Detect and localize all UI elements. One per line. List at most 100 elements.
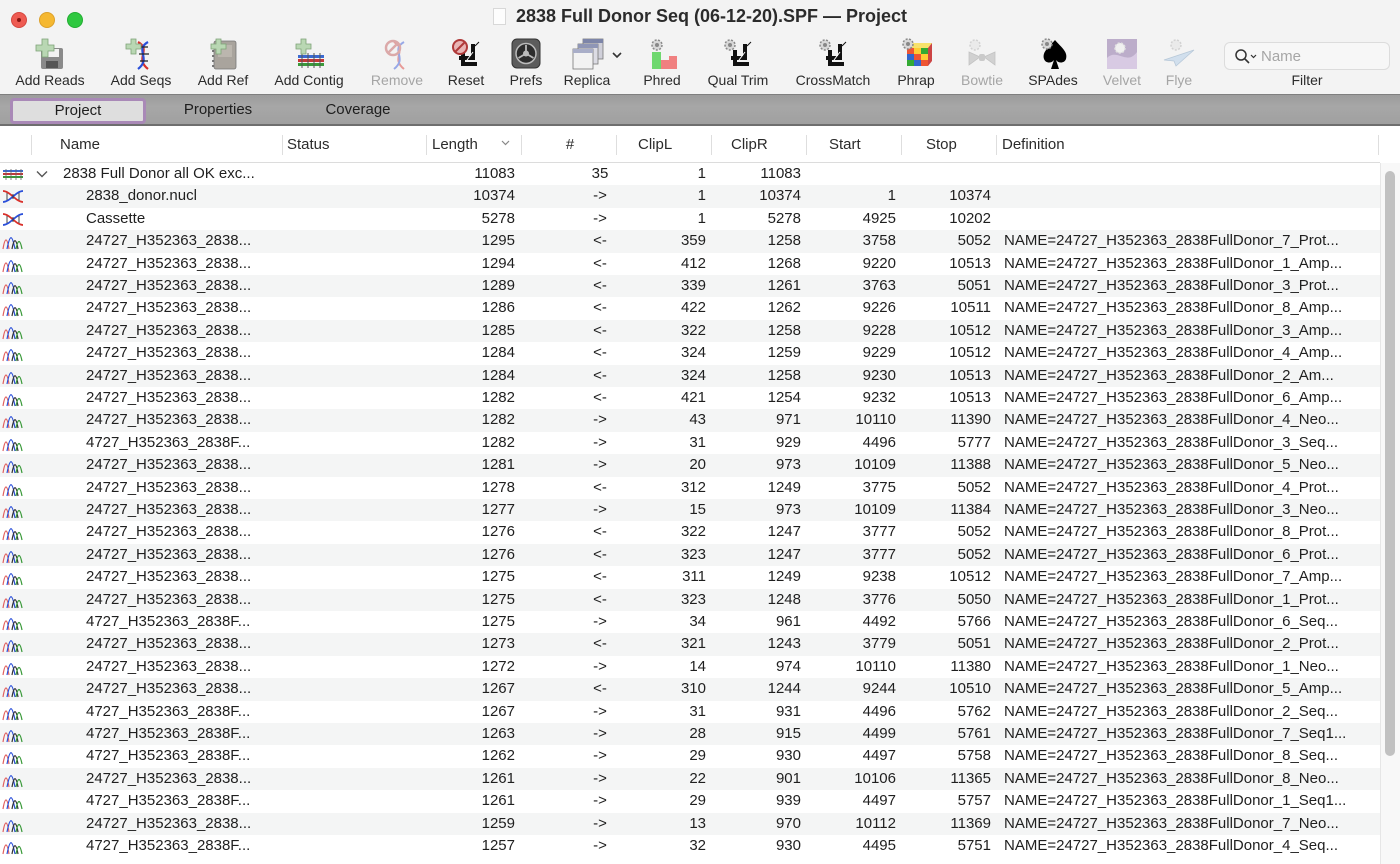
- table-row[interactable]: 24727_H352363_2838... 1284 <- 324 1258 9…: [0, 364, 1380, 387]
- velvet-button[interactable]: Velvet: [1094, 36, 1150, 90]
- prefs-button[interactable]: Prefs: [500, 36, 552, 90]
- add-reads-button[interactable]: Add Reads: [8, 36, 92, 90]
- paper-plane-icon: [1163, 39, 1195, 67]
- table-row[interactable]: 4727_H352363_2838F... 1262 -> 29 930 449…: [0, 745, 1380, 767]
- add-ref-button[interactable]: Add Ref: [190, 36, 256, 90]
- column-separator: [1378, 135, 1379, 155]
- table-row[interactable]: 24727_H352363_2838... 1284 <- 324 1259 9…: [0, 342, 1380, 364]
- table-row[interactable]: 24727_H352363_2838... 1276 <- 323 1247 3…: [0, 543, 1380, 567]
- column-separator[interactable]: [711, 135, 712, 155]
- table-row[interactable]: 4727_H352363_2838F... 1267 -> 31 931 449…: [0, 701, 1380, 723]
- phrap-button[interactable]: Phrap: [890, 36, 942, 90]
- table-row[interactable]: 24727_H352363_2838... 1259 -> 13 970 101…: [0, 812, 1380, 835]
- column-header-status[interactable]: Status: [287, 126, 330, 163]
- table-row[interactable]: 24727_H352363_2838... 1275 <- 311 1249 9…: [0, 566, 1380, 588]
- table-row[interactable]: 24727_H352363_2838... 1267 <- 310 1244 9…: [0, 678, 1380, 701]
- tab-properties[interactable]: Properties: [156, 98, 280, 124]
- column-header-start[interactable]: Start: [829, 126, 861, 163]
- bowtie-button[interactable]: Bowtie: [952, 36, 1012, 90]
- table-row[interactable]: 24727_H352363_2838... 1276 <- 322 1247 3…: [0, 521, 1380, 543]
- table-row[interactable]: 24727_H352363_2838... 1281 -> 20 973 101…: [0, 454, 1380, 477]
- table-row[interactable]: 4727_H352363_2838F... 1261 -> 29 939 449…: [0, 790, 1380, 812]
- filter-search-field[interactable]: [1224, 42, 1390, 70]
- column-separator[interactable]: [616, 135, 617, 155]
- table-row[interactable]: 4727_H352363_2838F... 1282 -> 31 929 449…: [0, 432, 1380, 454]
- table-row[interactable]: 4727_H352363_2838F... 1275 -> 34 961 449…: [0, 611, 1380, 633]
- cell-stop: 10374: [949, 187, 991, 205]
- table-row[interactable]: 4727_H352363_2838F... 1257 -> 32 930 449…: [0, 835, 1380, 857]
- table-row[interactable]: Cassette 5278 -> 1 5278 4925 10202: [0, 208, 1380, 230]
- table-row[interactable]: 24727_H352363_2838... 1277 -> 15 973 101…: [0, 499, 1380, 522]
- column-header-clipr[interactable]: ClipR: [731, 126, 768, 163]
- table-row[interactable]: 24727_H352363_2838... 1278 <- 312 1249 3…: [0, 477, 1380, 499]
- replica-button[interactable]: Replica: [560, 36, 626, 90]
- tab-coverage[interactable]: Coverage: [296, 98, 420, 124]
- cell-clipr: 1249: [767, 568, 801, 586]
- remove-button[interactable]: Remove: [364, 36, 430, 90]
- cell-start: 4495: [862, 837, 896, 854]
- cell-definition: NAME=24727_H352363_2838FullDonor_8_Amp..…: [1004, 299, 1343, 317]
- add-contig-label: Add Contig: [274, 72, 344, 88]
- table-row[interactable]: 24727_H352363_2838... 1289 <- 339 1261 3…: [0, 275, 1380, 298]
- reset-button[interactable]: Reset: [440, 36, 492, 90]
- cell-name: 24727_H352363_2838...: [86, 232, 252, 250]
- cell-name: 24727_H352363_2838...: [86, 590, 252, 608]
- cell-stop: 5052: [957, 232, 991, 250]
- cell-start: 9238: [862, 568, 896, 586]
- cell-clipl: 422: [680, 299, 706, 317]
- table-row[interactable]: 24727_H352363_2838... 1261 -> 22 901 101…: [0, 767, 1380, 791]
- spades-button[interactable]: SPAdes: [1022, 36, 1084, 90]
- column-header-count[interactable]: #: [522, 126, 618, 163]
- table-row[interactable]: 24727_H352363_2838... 1285 <- 322 1258 9…: [0, 319, 1380, 343]
- qual-trim-button[interactable]: Qual Trim: [700, 36, 776, 90]
- table-row[interactable]: 24727_H352363_2838... 1272 -> 14 974 101…: [0, 656, 1380, 678]
- table-row[interactable]: 24727_H352363_2838... 1295 <- 359 1258 3…: [0, 230, 1380, 253]
- table-row[interactable]: 24727_H352363_2838... 1294 <- 412 1268 9…: [0, 253, 1380, 275]
- phred-button[interactable]: Phred: [636, 36, 688, 90]
- table-body: 2838 Full Donor all OK exc... 11083 35 1…: [0, 163, 1380, 864]
- column-header-length[interactable]: Length: [432, 126, 478, 163]
- velvet-label: Velvet: [1102, 72, 1142, 88]
- cell-clipr: 5278: [767, 209, 801, 227]
- contig-row[interactable]: 2838 Full Donor all OK exc... 11083 35 1…: [0, 163, 1380, 185]
- chromatogram-icon: [2, 412, 24, 429]
- disclosure-chevron-down-icon[interactable]: [36, 170, 48, 178]
- add-seqs-button[interactable]: Add Seqs: [104, 36, 178, 90]
- column-separator[interactable]: [806, 135, 807, 155]
- table-row[interactable]: 24727_H352363_2838... 1273 <- 321 1243 3…: [0, 633, 1380, 656]
- scrollbar-thumb[interactable]: [1385, 171, 1395, 756]
- cell-status: [287, 297, 422, 319]
- column-header-name[interactable]: Name: [60, 126, 100, 163]
- table-row[interactable]: 24727_H352363_2838... 1286 <- 422 1262 9…: [0, 297, 1380, 319]
- table-row[interactable]: 4727_H352363_2838F... 1263 -> 28 915 449…: [0, 723, 1380, 746]
- filter-input[interactable]: [1261, 46, 1381, 66]
- replica-dropdown-chevron-icon[interactable]: [612, 52, 622, 59]
- flye-button[interactable]: Flye: [1156, 36, 1202, 90]
- column-separator[interactable]: [282, 135, 283, 155]
- add-contig-button[interactable]: Add Contig: [266, 36, 352, 90]
- search-icon: [1235, 49, 1257, 64]
- cell-clipr: 1244: [767, 680, 801, 698]
- chromatogram-icon: [2, 256, 24, 273]
- table-row[interactable]: 2838_donor.nucl 10374 -> 1 10374 1 10374: [0, 185, 1380, 208]
- column-header-stop[interactable]: Stop: [926, 126, 957, 163]
- cell-definition: NAME=24727_H352363_2838FullDonor_1_Amp..…: [1004, 254, 1343, 272]
- chromatogram-icon: [2, 457, 24, 474]
- cell-name: 24727_H352363_2838...: [86, 478, 252, 496]
- cell-name: 4727_H352363_2838F...: [86, 613, 251, 630]
- table-row[interactable]: 24727_H352363_2838... 1282 <- 421 1254 9…: [0, 387, 1380, 409]
- column-header-definition[interactable]: Definition: [1002, 126, 1065, 163]
- cell-length: 1263: [481, 725, 515, 742]
- column-header-clipl[interactable]: ClipL: [638, 126, 672, 163]
- vertical-scrollbar[interactable]: [1380, 163, 1400, 864]
- chromatogram-icon: [2, 681, 24, 698]
- cell-status: [287, 790, 422, 812]
- tab-project[interactable]: Project: [10, 98, 146, 124]
- table-row[interactable]: 24727_H352363_2838... 1282 -> 43 971 101…: [0, 409, 1380, 432]
- table-row[interactable]: 24727_H352363_2838... 1275 <- 323 1248 3…: [0, 588, 1380, 611]
- column-separator[interactable]: [901, 135, 902, 155]
- column-separator[interactable]: [426, 135, 427, 155]
- cell-status: [287, 499, 422, 521]
- column-separator[interactable]: [996, 135, 997, 155]
- crossmatch-button[interactable]: CrossMatch: [786, 36, 880, 90]
